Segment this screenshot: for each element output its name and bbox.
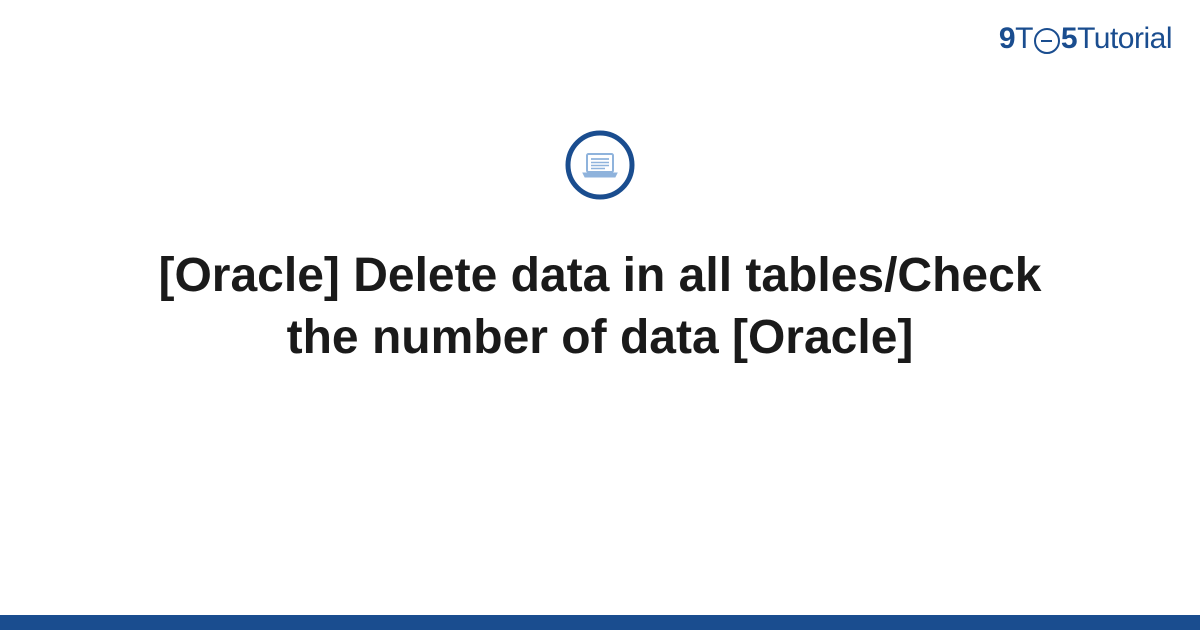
brand-circle-icon bbox=[1034, 28, 1060, 54]
laptop-icon bbox=[565, 130, 635, 200]
brand-five: 5 bbox=[1061, 22, 1077, 56]
footer-bar bbox=[0, 615, 1200, 630]
brand-tutorial: Tutorial bbox=[1077, 22, 1172, 56]
brand-logo: 9 T 5 Tutorial bbox=[999, 22, 1172, 56]
brand-nine: 9 bbox=[999, 22, 1015, 56]
brand-t: T bbox=[1015, 22, 1033, 56]
brand-text: 9 T 5 Tutorial bbox=[999, 22, 1172, 56]
page-title: [Oracle] Delete data in all tables/Check… bbox=[120, 245, 1080, 370]
